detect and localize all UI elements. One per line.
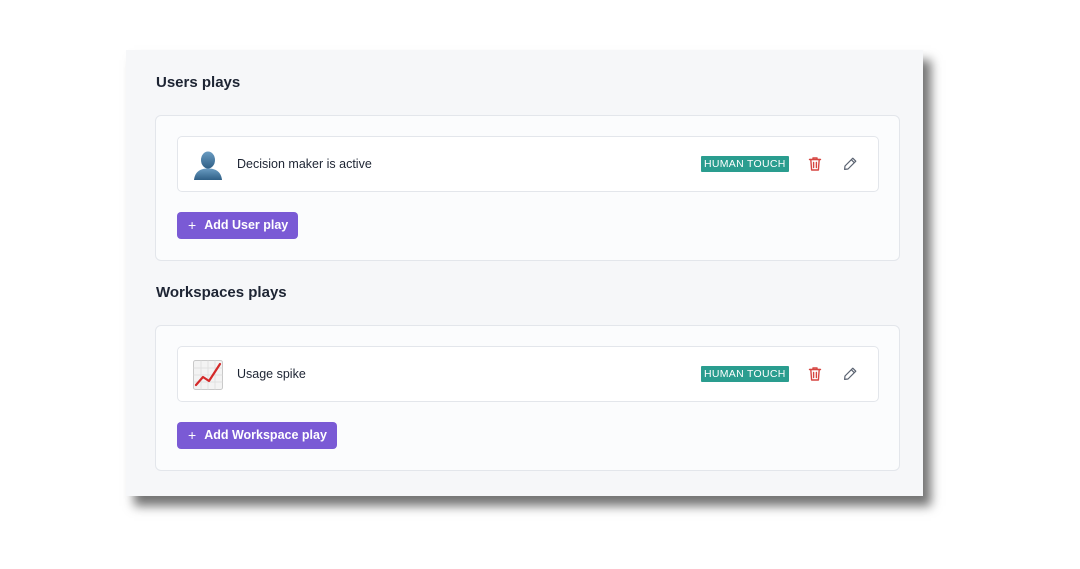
trash-icon <box>808 367 822 381</box>
user-play-label: Decision maker is active <box>237 157 372 171</box>
plus-icon: + <box>188 427 197 443</box>
add-workspace-play-button[interactable]: + Add Workspace play <box>177 422 337 449</box>
users-plays-card: Decision maker is active HUMAN TOUCH + A… <box>155 115 900 261</box>
delete-user-play-button[interactable] <box>806 155 824 173</box>
workspace-play-label: Usage spike <box>237 367 306 381</box>
edit-workspace-play-button[interactable] <box>841 365 859 383</box>
plays-panel: Users plays Decision maker is active HUM… <box>126 50 923 496</box>
human-touch-badge: HUMAN TOUCH <box>701 366 789 382</box>
user-play-row[interactable]: Decision maker is active HUMAN TOUCH <box>177 136 879 192</box>
pencil-icon <box>844 157 857 170</box>
add-user-play-label: Add User play <box>204 218 289 232</box>
users-plays-title: Users plays <box>156 74 241 91</box>
human-touch-badge: HUMAN TOUCH <box>701 156 789 172</box>
pencil-icon <box>844 367 857 380</box>
workspace-play-row[interactable]: Usage spike HUMAN TOUCH <box>177 346 879 402</box>
workspaces-plays-title: Workspaces plays <box>156 284 287 301</box>
add-user-play-button[interactable]: + Add User play <box>177 212 299 239</box>
add-workspace-play-label: Add Workspace play <box>204 428 327 442</box>
trash-icon <box>808 157 822 171</box>
edit-user-play-button[interactable] <box>841 155 859 173</box>
workspaces-plays-card: Usage spike HUMAN TOUCH + Add Workspace … <box>155 325 900 471</box>
plus-icon: + <box>188 217 197 233</box>
person-silhouette-icon <box>194 151 222 180</box>
chart-increasing-icon <box>193 360 223 390</box>
delete-workspace-play-button[interactable] <box>806 365 824 383</box>
